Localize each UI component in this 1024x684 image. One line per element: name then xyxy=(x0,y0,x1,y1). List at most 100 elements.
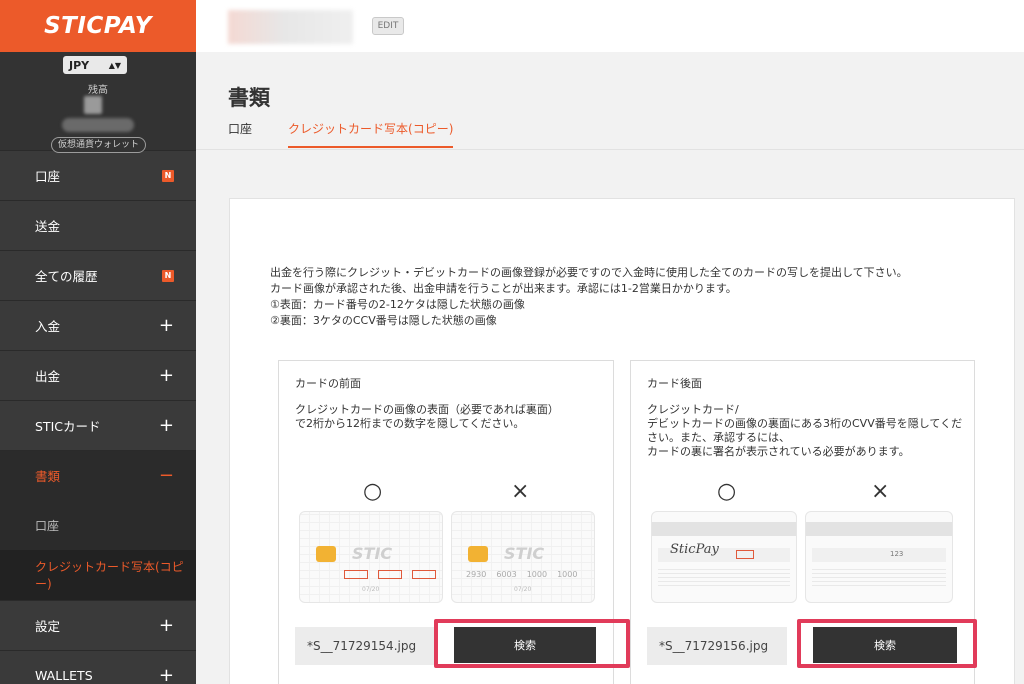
hidden-digits-box xyxy=(412,570,436,579)
card-numbers: 2930 6003 1000 1000 xyxy=(466,570,577,579)
card-fine-print xyxy=(658,568,790,586)
plus-icon: + xyxy=(158,364,174,386)
sidebar-item-label: 設定 xyxy=(35,619,61,634)
wallet-summary: JPY ▲▼ 残高 仮想通貨ウォレット xyxy=(0,52,196,153)
front-search-highlight xyxy=(434,619,630,668)
card-numbers: 1000 xyxy=(314,570,442,579)
sidebar-item-label: STICカード xyxy=(35,419,101,434)
description-line: クレジットカードの画像の表面（必要であれば裏面） xyxy=(295,403,559,416)
description-line: で2桁から12桁までの数字を隠してください。 xyxy=(295,417,525,430)
sidebar-item-label: 出金 xyxy=(35,369,61,384)
card-fine-print xyxy=(812,568,946,586)
description-line: クレジットカード/ xyxy=(647,403,739,416)
sidebar-item-label: 送金 xyxy=(35,219,61,234)
hidden-digits-box xyxy=(378,570,402,579)
crypto-wallet-button[interactable]: 仮想通貨ウォレット xyxy=(51,137,146,153)
front-card-good-example: STIC 1000 07/20 xyxy=(299,511,443,603)
new-badge: N xyxy=(162,169,174,182)
back-card-bad-example: 123 xyxy=(805,511,953,603)
chip-icon xyxy=(316,546,336,562)
panel-title: カードの前面 xyxy=(295,377,361,390)
card-signature: SticPay xyxy=(670,542,719,557)
sticpay-logo[interactable]: STICPAY xyxy=(0,0,196,52)
sidebar-item-history[interactable]: 全ての履歴 N xyxy=(0,250,196,300)
sidebar: STICPAY JPY ▲▼ 残高 仮想通貨ウォレット 口座 N 送金 全ての履… xyxy=(0,0,196,684)
front-file-name: *S__71729154.jpg xyxy=(295,627,435,665)
number-group xyxy=(314,570,334,579)
panel-title: カード後面 xyxy=(647,377,702,390)
description-line: さい。また、承認するには、 xyxy=(647,431,790,444)
documents-card: 出金を行う際にクレジット・デビットカードの画像登録が必要ですので入金時に使用した… xyxy=(229,198,1015,684)
sidebar-item-label: 入金 xyxy=(35,319,61,334)
tab-bar: 口座 クレジットカード写本(コピー) xyxy=(228,120,454,148)
ok-circle-icon: ○ xyxy=(363,479,383,504)
hidden-digits-box xyxy=(344,570,368,579)
sidebar-item-label: 全ての履歴 xyxy=(35,269,98,284)
back-search-highlight xyxy=(797,619,977,668)
magnetic-strip xyxy=(652,522,796,536)
instruction-line: カード画像が承認された後、出金申請を行うことが出来ます。承認には1-2営業日かか… xyxy=(270,282,737,295)
visible-cvv: 123 xyxy=(890,550,904,558)
updown-icon: ▲▼ xyxy=(108,60,121,70)
sidebar-item-label: 書類 xyxy=(35,469,61,484)
tab-credit-card-copy[interactable]: クレジットカード写本(コピー) xyxy=(288,120,454,148)
description-line: カードの裏に署名が表示されている必要があります。 xyxy=(647,445,910,458)
balance-amount-redacted xyxy=(62,118,134,132)
plus-icon: + xyxy=(158,664,174,684)
instruction-line: ①表面：カード番号の2-12ケタは隠した状態の画像 xyxy=(270,298,525,311)
currency-select[interactable]: JPY ▲▼ xyxy=(63,56,127,74)
top-header: EDIT xyxy=(196,0,1024,52)
plus-icon: + xyxy=(158,414,174,436)
ng-cross-icon: × xyxy=(511,479,530,504)
card-expiry: 07/20 xyxy=(362,586,380,593)
ng-cross-icon: × xyxy=(871,479,890,504)
new-badge: N xyxy=(162,269,174,282)
sidebar-subitem-account[interactable]: 口座 xyxy=(0,500,196,550)
plus-icon: + xyxy=(158,314,174,336)
digits: 1000 xyxy=(526,570,548,579)
instructions: 出金を行う際にクレジット・デビットカードの画像登録が必要ですので入金時に使用した… xyxy=(270,265,908,329)
sidebar-item-label: 口座 xyxy=(35,169,61,184)
instruction-line: ②裏面：3ケタのCCV番号は隠した状態の画像 xyxy=(270,314,497,327)
sidebar-item-documents[interactable]: 書類 − xyxy=(0,450,196,500)
card-brand: STIC xyxy=(504,544,545,563)
page-title: 書類 xyxy=(228,86,270,110)
hidden-cvv-box xyxy=(736,550,754,559)
minus-icon: − xyxy=(158,464,174,486)
card-expiry: 07/20 xyxy=(514,586,532,593)
edit-button[interactable]: EDIT xyxy=(372,17,404,35)
card-brand: STIC xyxy=(352,544,393,563)
balance-redacted xyxy=(84,96,102,114)
tab-account[interactable]: 口座 xyxy=(228,120,252,148)
username-redacted xyxy=(228,10,353,44)
digits: 6003 xyxy=(496,570,517,579)
magnetic-strip xyxy=(806,522,952,536)
sidebar-item-settings[interactable]: 設定 + xyxy=(0,600,196,650)
digits: 2930 xyxy=(466,570,487,579)
sidebar-item-account[interactable]: 口座 N xyxy=(0,150,196,200)
sidebar-item-transfer[interactable]: 送金 xyxy=(0,200,196,250)
ok-circle-icon: ○ xyxy=(717,479,737,504)
instruction-line: 出金を行う際にクレジット・デビットカードの画像登録が必要ですので入金時に使用した… xyxy=(270,266,908,279)
page-header: 書類 口座 クレジットカード写本(コピー) xyxy=(196,52,1024,150)
card-back-panel: カード後面 クレジットカード/ デビットカードの画像の裏面にある3桁のCVV番号… xyxy=(630,360,977,684)
logo-text: STICPAY xyxy=(44,13,152,39)
back-file-name: *S__71729156.jpg xyxy=(647,627,787,665)
sidebar-item-stic-card[interactable]: STICカード + xyxy=(0,400,196,450)
sidebar-item-deposit[interactable]: 入金 + xyxy=(0,300,196,350)
panel-description: クレジットカードの画像の表面（必要であれば裏面） で2桁から12桁までの数字を隠… xyxy=(295,403,615,431)
sidebar-item-label: WALLETS xyxy=(35,668,93,683)
plus-icon: + xyxy=(158,614,174,636)
currency-value: JPY xyxy=(69,58,90,72)
back-card-good-example: SticPay xyxy=(651,511,797,603)
chip-icon xyxy=(468,546,488,562)
description-line: デビットカードの画像の裏面にある3桁のCVV番号を隠してくだ xyxy=(647,417,963,430)
digits: 1000 xyxy=(557,570,578,579)
sidebar-item-withdraw[interactable]: 出金 + xyxy=(0,350,196,400)
balance-label: 残高 xyxy=(88,85,108,96)
sidebar-subitem-credit-card-copy[interactable]: クレジットカード写本(コピー) xyxy=(0,550,196,600)
signature-panel xyxy=(812,548,946,562)
sidebar-item-wallets[interactable]: WALLETS + xyxy=(0,650,196,684)
card-front-panel: カードの前面 クレジットカードの画像の表面（必要であれば裏面） で2桁から12桁… xyxy=(278,360,630,684)
front-card-bad-example: STIC 2930 6003 1000 1000 07/20 xyxy=(451,511,595,603)
